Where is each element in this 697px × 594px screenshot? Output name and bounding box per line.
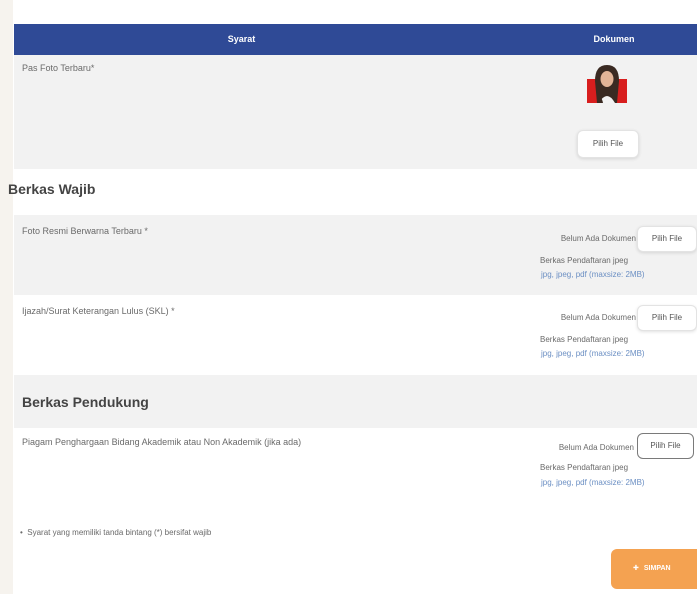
- column-header-document: Dokumen: [593, 34, 635, 44]
- ijazah-hint: Berkas Pendaftaran jpeg: [540, 335, 629, 344]
- piagam-hint: Berkas Pendaftaran jpeg: [540, 463, 629, 472]
- piagam-choose-file-button[interactable]: Pilih File: [637, 433, 694, 459]
- ijazah-choose-file-button[interactable]: Pilih File: [637, 305, 697, 331]
- ijazah-label: Ijazah/Surat Keterangan Lulus (SKL) *: [22, 306, 175, 316]
- foto-resmi-choose-file-button[interactable]: Pilih File: [637, 226, 697, 252]
- ijazah-formats: jpg, jpeg, pdf (maxsize: 2MB): [541, 349, 645, 358]
- berkas-pendukung-header: Berkas Pendukung: [14, 375, 697, 428]
- piagam-formats: jpg, jpeg, pdf (maxsize: 2MB): [541, 478, 645, 487]
- foto-resmi-label: Foto Resmi Berwarna Terbaru *: [22, 226, 148, 236]
- plus-icon: ✚: [633, 565, 639, 572]
- foto-resmi-hint: Berkas Pendaftaran jpeg: [540, 256, 629, 265]
- table-header: Syarat Dokumen: [14, 24, 697, 55]
- profile-photo: [583, 63, 631, 111]
- table-row-foto-resmi: Foto Resmi Berwarna Terbaru *: [14, 215, 697, 295]
- column-header-requirement: Syarat: [227, 34, 256, 44]
- piagam-status: Belum Ada Dokumen: [558, 443, 634, 452]
- save-button[interactable]: ✚ SIMPAN: [611, 549, 697, 589]
- foto-resmi-formats: jpg, jpeg, pdf (maxsize: 2MB): [541, 270, 645, 279]
- berkas-wajib-title: Berkas Wajib: [8, 181, 96, 197]
- pas-foto-label: Pas Foto Terbaru*: [22, 63, 95, 73]
- foto-resmi-status: Belum Ada Dokumen: [560, 234, 636, 243]
- pas-foto-choose-file-button[interactable]: Pilih File: [577, 130, 639, 158]
- ijazah-status: Belum Ada Dokumen: [560, 313, 636, 322]
- piagam-label: Piagam Penghargaan Bidang Akademik atau …: [22, 437, 302, 447]
- berkas-pendukung-title: Berkas Pendukung: [22, 394, 149, 410]
- mandatory-note: • Syarat yang memiliki tanda bintang (*)…: [20, 528, 212, 537]
